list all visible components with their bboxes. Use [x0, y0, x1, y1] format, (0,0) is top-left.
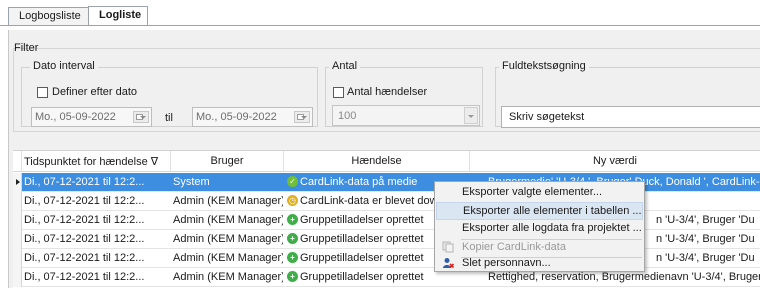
date-to-value: Mo., 05-09-2022	[196, 111, 277, 123]
date-from-field[interactable]: Mo., 05-09-2022	[31, 107, 152, 127]
cell-user: Admin (KEM Manager)	[173, 271, 283, 283]
column-header-event[interactable]: Hændelse	[284, 151, 470, 172]
clock-circle-icon: ◷	[287, 195, 298, 206]
cell-new-value: n 'U-3/4', Bruger 'Du	[656, 233, 755, 245]
filter-title: Filter	[14, 42, 39, 54]
column-header-user[interactable]: Bruger	[171, 151, 284, 172]
calendar-dropdown-icon[interactable]	[294, 111, 310, 123]
count-dropdown-icon[interactable]	[464, 107, 478, 124]
plus-circle-icon: +	[287, 214, 298, 225]
cell-time: Di., 07-12-2021 til 12:2...	[24, 214, 145, 226]
date-from-value: Mo., 05-09-2022	[35, 111, 116, 123]
cell-user: Admin (KEM Manager)	[173, 252, 283, 264]
row-header-corner	[13, 151, 22, 172]
menu-item-copy-cardlink[interactable]: Kopier CardLink-data	[436, 234, 643, 253]
menu-item-export-all-table[interactable]: Eksporter alle elementer i tabellen ...	[436, 202, 643, 220]
plus-circle-icon: +	[287, 271, 298, 282]
cell-new-value: n 'U-3/4', Bruger 'Du	[656, 214, 755, 226]
menu-item-delete-person[interactable]: Slet personnavn...	[436, 253, 643, 271]
cell-time: Di., 07-12-2021 til 12:2...	[24, 176, 145, 188]
plus-circle-icon: +	[287, 252, 298, 263]
log-table: Tidspunktet for hændelse ∇ Bruger Hændel…	[13, 150, 760, 288]
copy-icon	[442, 241, 454, 253]
event-count-label: Antal hændelser	[347, 86, 428, 98]
tab-logbogsliste[interactable]: Logbogsliste	[8, 7, 90, 26]
event-count-field[interactable]: 100	[332, 105, 480, 126]
menu-item-export-selected[interactable]: Eksporter valgte elementer...	[436, 184, 643, 202]
row-selector	[13, 230, 22, 249]
cell-user: Admin (KEM Manager)	[173, 214, 283, 226]
tab-divider	[0, 25, 760, 26]
event-count-checkbox[interactable]	[333, 87, 344, 98]
cell-new-value: n 'U-3/4', Bruger 'Du	[656, 252, 755, 264]
delete-person-icon	[443, 258, 454, 269]
search-input-text: Skriv søgetekst	[509, 111, 585, 123]
tab-strip: Logbogsliste Logliste	[0, 0, 760, 26]
cell-user: Admin (KEM Manager)	[173, 195, 283, 207]
search-input[interactable]: Skriv søgetekst	[501, 106, 760, 128]
date-separator: til	[165, 112, 173, 124]
row-selector	[13, 211, 22, 230]
table-row[interactable]: Di., 07-12-2021 til 12:2... Admin (KEM M…	[13, 211, 760, 230]
context-menu: Eksporter valgte elementer... Eksporter …	[434, 181, 645, 272]
event-count-value: 100	[338, 110, 357, 122]
row-selector	[13, 268, 22, 287]
check-circle-icon: ✓	[287, 176, 298, 187]
calendar-dropdown-icon[interactable]	[133, 111, 149, 123]
row-selector	[13, 192, 22, 211]
row-selector	[13, 173, 22, 192]
count-label: Antal	[329, 60, 361, 72]
tab-logliste[interactable]: Logliste	[88, 6, 148, 26]
plus-circle-icon: +	[287, 233, 298, 244]
date-interval-label: Dato interval	[30, 60, 98, 72]
menu-item-copy-cardlink-label: Kopier CardLink-data	[462, 241, 566, 253]
table-row[interactable]: Di., 07-12-2021 til 12:2... System ✓ Car…	[13, 173, 760, 192]
table-row[interactable]: Di., 07-12-2021 til 12:2... Admin (KEM M…	[13, 249, 760, 268]
define-by-date-label: Definer efter dato	[52, 86, 137, 98]
table-row[interactable]: Di., 07-12-2021 til 12:2... Admin (KEM M…	[13, 192, 760, 211]
table-header: Tidspunktet for hændelse ∇ Bruger Hændel…	[13, 151, 760, 172]
cell-time: Di., 07-12-2021 til 12:2...	[24, 271, 145, 283]
cell-user: Admin (KEM Manager)	[173, 233, 283, 245]
table-row[interactable]: Di., 07-12-2021 til 12:2... Admin (KEM M…	[13, 230, 760, 249]
table-row[interactable]: Di., 07-12-2021 til 12:2... Admin (KEM M…	[13, 268, 760, 287]
row-selector	[13, 249, 22, 268]
cell-time: Di., 07-12-2021 til 12:2...	[24, 252, 145, 264]
cell-user: System	[173, 176, 210, 188]
column-header-new-value[interactable]: Ny værdi	[470, 151, 760, 172]
define-by-date-checkbox[interactable]	[37, 87, 48, 98]
column-header-time[interactable]: Tidspunktet for hændelse ∇	[22, 151, 171, 172]
cell-time: Di., 07-12-2021 til 12:2...	[24, 195, 145, 207]
date-to-field[interactable]: Mo., 05-09-2022	[192, 107, 313, 127]
fulltext-search-label: Fuldtekstsøgning	[499, 60, 589, 72]
menu-item-delete-person-label: Slet personnavn...	[462, 257, 551, 269]
cell-time: Di., 07-12-2021 til 12:2...	[24, 233, 145, 245]
current-row-arrow-icon	[16, 179, 20, 185]
